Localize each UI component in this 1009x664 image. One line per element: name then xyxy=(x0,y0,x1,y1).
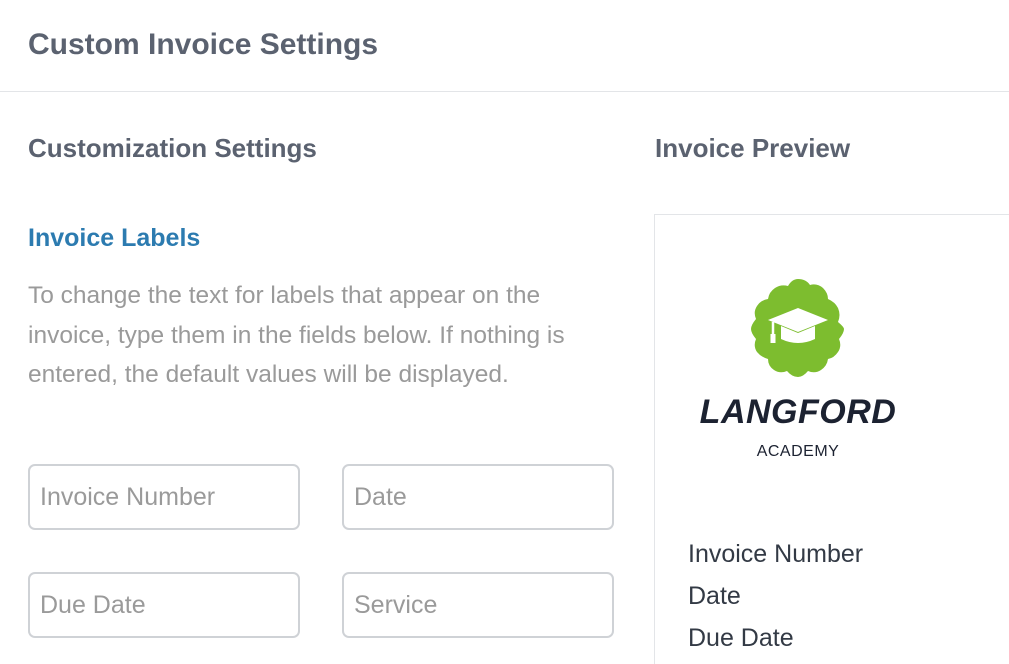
invoice-preview-title: Invoice Preview xyxy=(655,133,851,163)
date-label-input[interactable] xyxy=(342,464,614,530)
academy-logo-subtitle: ACADEMY xyxy=(756,443,840,460)
due-date-label-input[interactable] xyxy=(28,572,300,638)
academy-logo-badge xyxy=(746,277,850,381)
invoice-number-label-input[interactable] xyxy=(28,464,300,530)
invoice-labels-help-text: To change the text for labels that appea… xyxy=(28,282,565,388)
service-label-input[interactable] xyxy=(342,572,614,638)
academy-logo-name: LANGFORD xyxy=(699,393,897,431)
preview-label-invoice-number: Invoice Number xyxy=(688,540,864,568)
graduation-cap-icon xyxy=(751,279,844,377)
page-title: Custom Invoice Settings xyxy=(28,28,379,61)
invoice-labels-heading: Invoice Labels xyxy=(28,224,201,252)
invoice-settings-page: Custom Invoice Settings Customization Se… xyxy=(0,0,1009,664)
preview-label-due-date: Due Date xyxy=(688,624,794,652)
page-header: Custom Invoice Settings xyxy=(0,0,1009,92)
preview-label-date: Date xyxy=(688,582,741,610)
customization-settings-title: Customization Settings xyxy=(28,133,317,163)
